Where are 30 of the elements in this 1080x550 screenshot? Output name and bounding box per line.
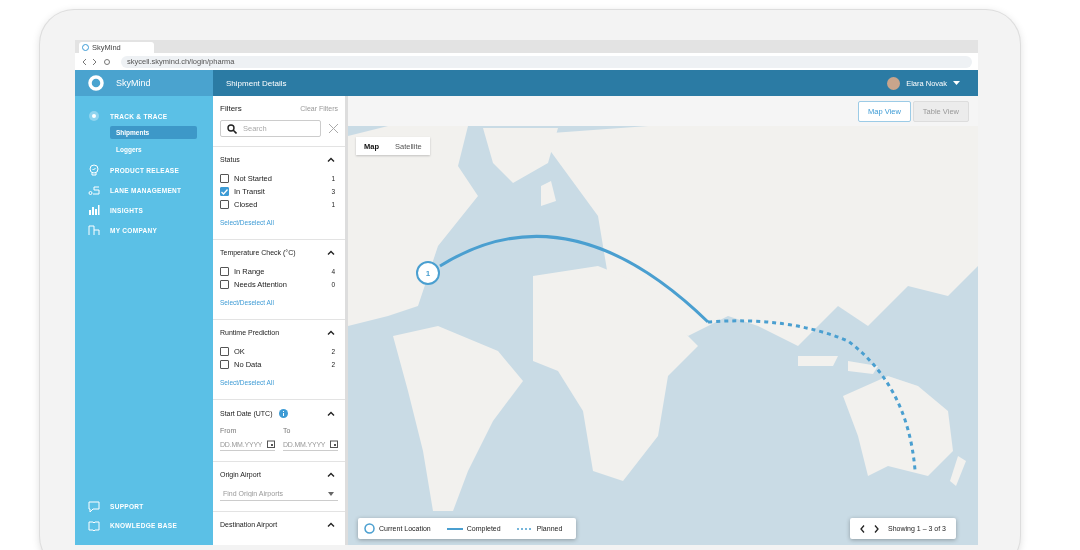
checkbox[interactable] — [220, 200, 229, 209]
filters-title: Filters — [220, 104, 242, 113]
checkbox[interactable] — [220, 187, 229, 196]
calendar-icon[interactable] — [330, 440, 338, 448]
info-icon[interactable] — [278, 409, 288, 418]
checkbox[interactable] — [220, 360, 229, 369]
caret-icon — [953, 81, 960, 85]
checkbox[interactable] — [220, 174, 229, 183]
next-icon[interactable] — [874, 524, 879, 533]
search-icon — [227, 123, 237, 134]
chevron-icon[interactable] — [327, 250, 335, 255]
checkbox[interactable] — [220, 347, 229, 356]
checkbox[interactable] — [220, 267, 229, 276]
chevron-icon[interactable] — [327, 330, 335, 335]
page-title: Shipment Details — [226, 78, 287, 88]
dashed-line-icon — [516, 527, 533, 530]
solid-line-icon — [446, 527, 463, 530]
chevron-icon[interactable] — [327, 522, 335, 527]
logo-icon — [88, 75, 104, 91]
insights-icon — [88, 204, 100, 216]
brand-name: SkyMind — [116, 78, 151, 88]
chevron-icon[interactable] — [327, 472, 335, 477]
calendar-icon[interactable] — [267, 440, 275, 448]
chevron-icon[interactable] — [327, 411, 335, 416]
circle-icon — [364, 523, 375, 534]
checkbox[interactable] — [220, 280, 229, 289]
caret-icon[interactable] — [328, 492, 334, 496]
chevron-icon[interactable] — [327, 157, 335, 162]
previous-icon[interactable] — [860, 524, 865, 533]
chat-icon — [88, 500, 100, 513]
